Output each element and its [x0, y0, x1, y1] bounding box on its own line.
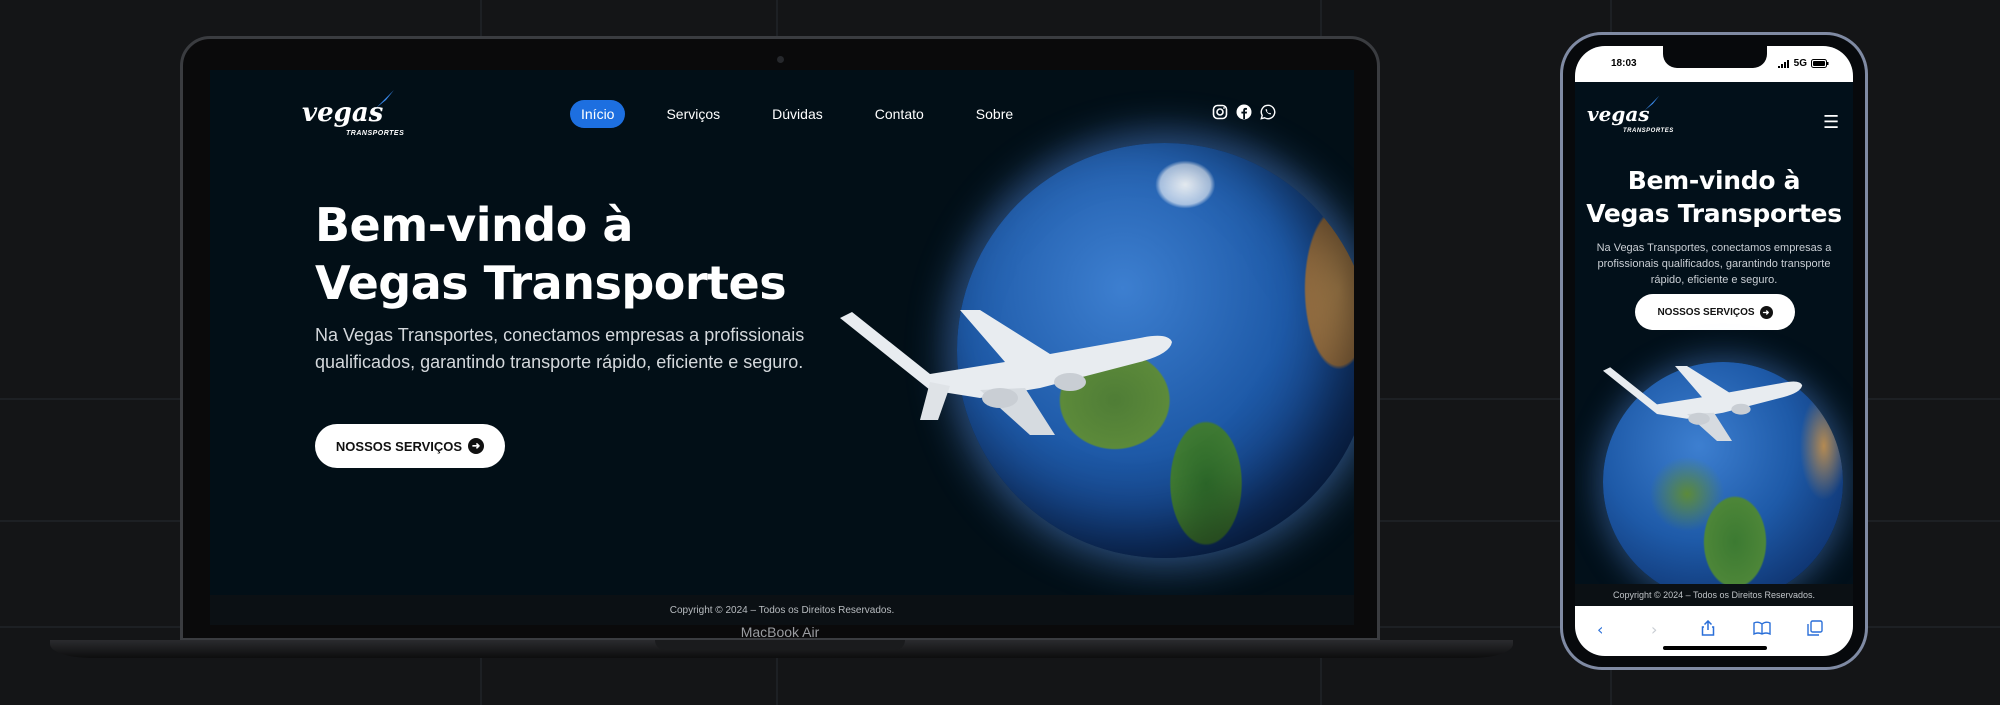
airplane-image: [840, 310, 1172, 435]
hamburger-icon[interactable]: ☰: [1823, 112, 1839, 133]
instagram-icon[interactable]: [1212, 104, 1228, 120]
main-nav: Início Serviços Dúvidas Contato Sobre: [570, 100, 1054, 128]
hero-title-line2: Vegas Transportes: [315, 256, 787, 310]
laptop-hinge-notch: [655, 640, 905, 650]
phone-services-button-label: NOSSOS SERVIÇOS: [1657, 306, 1755, 318]
laptop-camera: [777, 56, 784, 63]
laptop-screen: vegas TRANSPORTES Início Serviços Dúvida…: [210, 70, 1354, 625]
phone-site-logo[interactable]: vegas TRANSPORTES: [1587, 95, 1673, 134]
nav-item-inicio[interactable]: Início: [570, 100, 626, 128]
forward-icon[interactable]: ›: [1651, 620, 1657, 639]
phone-hero-description: Na Vegas Transportes, conectamos empresa…: [1596, 242, 1832, 286]
logo-subtext: TRANSPORTES: [346, 130, 405, 137]
logo-arrow-icon: [1644, 95, 1660, 111]
share-icon[interactable]: [1701, 619, 1715, 640]
phone-hero-title: Bem-vindo à Vegas Transportes: [1575, 164, 1853, 230]
hero-description: Na Vegas Transportes, conectamos empresa…: [315, 325, 805, 372]
whatsapp-icon[interactable]: [1260, 104, 1276, 120]
phone-hero-title-line1: Bem-vindo à: [1627, 166, 1801, 195]
signal-icon: [1777, 59, 1789, 68]
bookmarks-icon[interactable]: [1753, 620, 1771, 639]
nav-item-servicos[interactable]: Serviços: [655, 100, 731, 128]
logo-arrow-icon: [376, 90, 394, 108]
nav-item-contato[interactable]: Contato: [864, 100, 935, 128]
network-label: 5G: [1793, 58, 1807, 69]
phone-airplane-image: [1603, 366, 1803, 441]
back-icon[interactable]: ‹: [1597, 620, 1603, 639]
tabs-icon[interactable]: [1807, 620, 1823, 640]
logo-text: vegas: [302, 98, 384, 128]
hero-title-line1: Bem-vindo à: [315, 198, 633, 252]
phone-site-footer: Copyright © 2024 – Todos os Direitos Res…: [1575, 584, 1853, 606]
services-button-label: NOSSOS SERVIÇOS: [335, 438, 463, 454]
phone-services-button[interactable]: NOSSOS SERVIÇOS ➜: [1635, 294, 1795, 330]
nav-item-sobre[interactable]: Sobre: [965, 100, 1024, 128]
arrow-right-icon: ➜: [1759, 305, 1773, 319]
status-time: 18:03: [1611, 58, 1637, 69]
arrow-right-icon: ➜: [468, 438, 485, 454]
battery-icon: [1811, 59, 1829, 68]
phone-logo-text: vegas: [1587, 102, 1650, 126]
services-button[interactable]: NOSSOS SERVIÇOS ➜: [315, 424, 505, 468]
phone-notch: [1663, 46, 1767, 68]
laptop-model-label: MacBook Air: [740, 624, 820, 640]
phone-logo-subtext: TRANSPORTES: [1623, 128, 1674, 134]
phone-hero-title-line2: Vegas Transportes: [1586, 199, 1842, 228]
site-logo[interactable]: vegas TRANSPORTES: [302, 90, 404, 137]
status-indicators: 5G: [1777, 58, 1829, 69]
home-indicator[interactable]: [1663, 646, 1767, 650]
hero-title: Bem-vindo à Vegas Transportes: [315, 196, 835, 312]
social-links: [1212, 104, 1276, 120]
facebook-icon[interactable]: [1236, 104, 1252, 120]
nav-item-duvidas[interactable]: Dúvidas: [761, 100, 834, 128]
phone-screen: 18:03 5G vegas TRANSPORTES ☰ Bem-vindo à…: [1575, 46, 1853, 656]
site-footer: Copyright © 2024 – Todos os Direitos Res…: [210, 595, 1354, 625]
